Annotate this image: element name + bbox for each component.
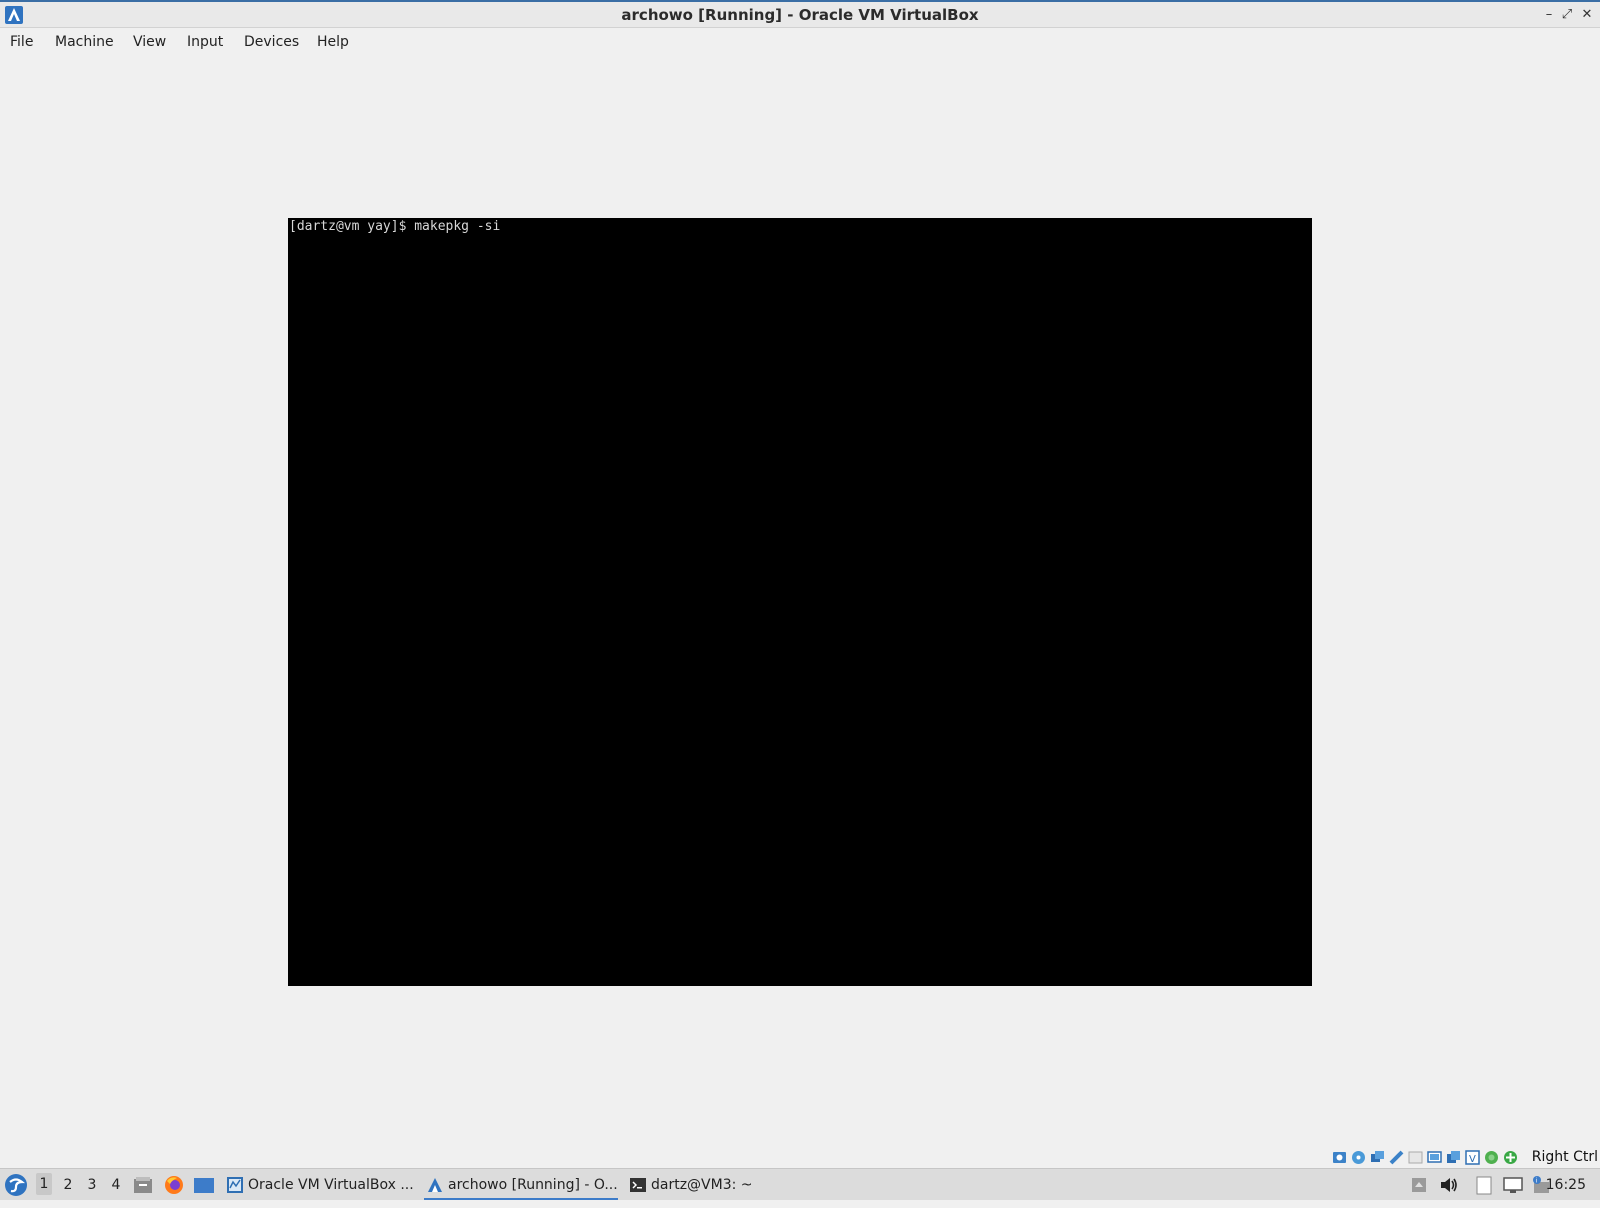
- close-icon[interactable]: ✕: [1580, 7, 1594, 23]
- maximize-icon[interactable]: ⤢: [1560, 7, 1574, 23]
- virtualbox-icon: [227, 1177, 243, 1193]
- console-prompt-line: [dartz@vm yay]$ makepkg -si: [289, 219, 501, 234]
- menu-view[interactable]: View: [133, 34, 166, 50]
- terminal-icon: [630, 1178, 646, 1192]
- guest-display[interactable]: [dartz@vm yay]$ makepkg -si: [288, 218, 1312, 986]
- workspace-1[interactable]: 1: [36, 1173, 52, 1195]
- minimize-icon[interactable]: –: [1542, 7, 1556, 23]
- menu-devices[interactable]: Devices: [244, 34, 299, 50]
- menu-file[interactable]: File: [10, 34, 33, 50]
- hard-disk-icon[interactable]: [1332, 1150, 1347, 1165]
- network-tray-icon[interactable]: [1503, 1176, 1523, 1194]
- menu-bar: File Machine View Input Devices Help: [0, 29, 1600, 57]
- menu-machine[interactable]: Machine: [55, 34, 114, 50]
- task-label: archowo [Running] - O...: [448, 1177, 618, 1193]
- svg-text:V: V: [1469, 1154, 1476, 1165]
- display-icon[interactable]: [1446, 1150, 1461, 1165]
- workspace-3[interactable]: 3: [84, 1177, 100, 1208]
- task-archowo-running[interactable]: archowo [Running] - O...: [424, 1172, 618, 1200]
- clock[interactable]: 16:25: [1546, 1177, 1586, 1208]
- taskbar: 1 2 3 4 Oracle VM VirtualBox ... archowo…: [0, 1168, 1600, 1200]
- workspace-4[interactable]: 4: [108, 1177, 124, 1208]
- window-title: archowo [Running] - Oracle VM VirtualBox: [621, 6, 979, 24]
- vm-window-icon: [428, 1178, 442, 1192]
- show-desktop-icon[interactable]: [193, 1175, 215, 1195]
- usb-icon[interactable]: [1408, 1150, 1423, 1165]
- start-menu-icon[interactable]: [4, 1173, 28, 1197]
- shared-folders-icon[interactable]: [1427, 1150, 1442, 1165]
- task-oracle-vm-virtualbox[interactable]: Oracle VM VirtualBox ...: [224, 1172, 414, 1198]
- firefox-icon[interactable]: [164, 1175, 184, 1195]
- task-label: dartz@VM3: ~: [651, 1177, 753, 1193]
- clipboard-icon[interactable]: [1475, 1175, 1493, 1195]
- task-terminal[interactable]: dartz@VM3: ~: [627, 1172, 767, 1198]
- tray-arrow-up-icon[interactable]: [1411, 1177, 1427, 1193]
- workspace-2[interactable]: 2: [60, 1177, 76, 1208]
- window-titlebar[interactable]: archowo [Running] - Oracle VM VirtualBox…: [0, 0, 1600, 28]
- virtualization-icon[interactable]: [1484, 1150, 1499, 1165]
- mouse-integration-icon[interactable]: [1503, 1150, 1518, 1165]
- file-manager-icon[interactable]: [133, 1175, 153, 1195]
- vm-status-bar: V Right Ctrl: [1330, 1148, 1600, 1168]
- menu-help[interactable]: Help: [317, 34, 349, 50]
- volume-icon[interactable]: [1439, 1176, 1459, 1194]
- menu-input[interactable]: Input: [187, 34, 223, 50]
- host-key-label: Right Ctrl: [1531, 1149, 1598, 1165]
- network-icon[interactable]: [1389, 1150, 1404, 1165]
- task-label: Oracle VM VirtualBox ...: [248, 1177, 414, 1193]
- audio-icon[interactable]: [1370, 1150, 1385, 1165]
- optical-drive-icon[interactable]: [1351, 1150, 1366, 1165]
- video-capture-icon[interactable]: V: [1465, 1150, 1480, 1165]
